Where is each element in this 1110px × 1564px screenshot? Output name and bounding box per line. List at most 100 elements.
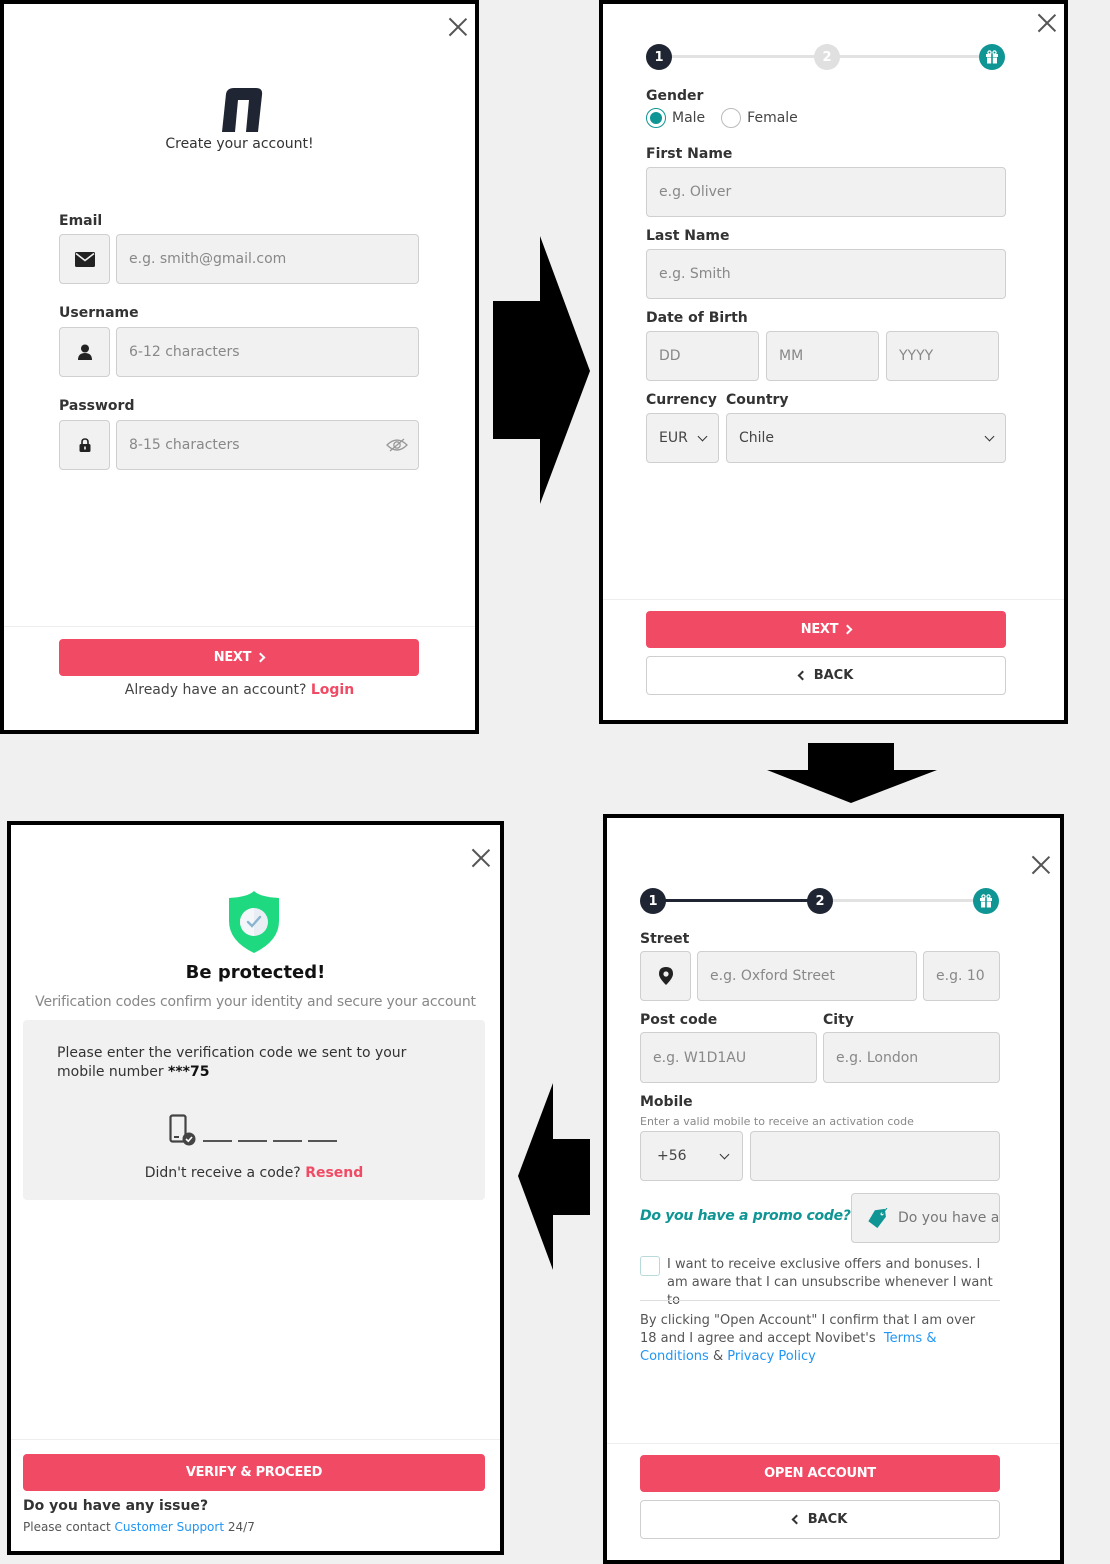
country-value: Chile: [739, 430, 775, 446]
support-text: Please contact Customer Support 24/7: [23, 1520, 255, 1534]
close-icon[interactable]: [448, 17, 468, 37]
footer-divider: [4, 626, 475, 627]
map-pin-icon: [658, 967, 673, 985]
last-name-label: Last Name: [646, 228, 730, 244]
resend-prompt-text: Didn't receive a code?: [144, 1165, 301, 1181]
issue-title: Do you have any issue?: [23, 1498, 209, 1514]
password-input[interactable]: 8-15 characters: [116, 420, 419, 470]
dob-year-input[interactable]: YYYY: [886, 331, 999, 381]
lock-icon: [79, 438, 90, 452]
chevron-down-icon: [984, 431, 995, 441]
signup-step2-panel: 1 2 Gender Male Female First Name e.g. O…: [599, 0, 1068, 724]
offers-checkbox-label: I want to receive exclusive offers and b…: [667, 1257, 993, 1308]
envelope-icon: [74, 251, 95, 267]
verification-instruction: Please enter the verification code we se…: [57, 1044, 457, 1082]
city-label: City: [823, 1012, 854, 1028]
first-name-input[interactable]: e.g. Oliver: [646, 167, 1006, 217]
mobile-prefix-value: +56: [657, 1148, 687, 1164]
verification-instruction-text: Please enter the verification code we se…: [57, 1045, 407, 1080]
novibet-logo: [222, 88, 263, 132]
promo-code-label[interactable]: Do you have a promo code?: [640, 1208, 851, 1224]
mobile-label: Mobile: [640, 1094, 693, 1110]
create-account-subtitle: Create your account!: [165, 136, 314, 152]
city-input[interactable]: e.g. London: [823, 1032, 1000, 1083]
resend-prompt: Didn't receive a code? Resend: [23, 1165, 485, 1181]
gift-step-indicator: [973, 888, 999, 914]
progress-stepper: 1 2: [640, 888, 1003, 914]
open-account-button[interactable]: OPEN ACCOUNT: [640, 1455, 1000, 1492]
terms-text: By clicking "Open Account" I confirm tha…: [640, 1312, 990, 1366]
post-code-label: Post code: [640, 1012, 718, 1028]
gift-icon: [986, 50, 998, 64]
terms-divider: [640, 1300, 1000, 1301]
step-1-indicator: 1: [646, 44, 672, 70]
login-link[interactable]: Login: [311, 682, 354, 698]
next-button-label: NEXT: [213, 650, 252, 665]
verification-panel: Be protected! Verification codes confirm…: [7, 821, 504, 1555]
back-button[interactable]: BACK: [646, 656, 1006, 695]
close-icon[interactable]: [471, 848, 491, 868]
login-prompt: Already have an account? Login: [4, 682, 475, 698]
mobile-prefix-select[interactable]: +56: [640, 1131, 743, 1181]
promo-code-input[interactable]: Do you have a promo code?: [851, 1193, 1000, 1243]
shield-check-icon: [229, 891, 279, 953]
arrow-down-icon: [767, 743, 937, 803]
chevron-right-icon: [842, 624, 853, 635]
female-radio[interactable]: [721, 108, 742, 128]
gender-label: Gender: [646, 88, 704, 104]
dob-label: Date of Birth: [646, 310, 748, 326]
street-icon-box: [640, 951, 691, 1001]
street-input[interactable]: e.g. Oxford Street: [697, 951, 917, 1001]
code-input-group: [203, 1140, 337, 1142]
email-input[interactable]: e.g. smith@gmail.com: [116, 234, 419, 284]
mobile-hint: Enter a valid mobile to receive an activ…: [640, 1115, 914, 1128]
verify-proceed-button[interactable]: VERIFY & PROCEED: [23, 1454, 485, 1491]
code-digit-3-input[interactable]: [273, 1140, 302, 1142]
back-button[interactable]: BACK: [640, 1500, 1000, 1539]
username-icon-box: [59, 327, 110, 377]
close-icon[interactable]: [1031, 855, 1051, 875]
stepper-track-complete: [660, 899, 830, 902]
stepper-track: [830, 899, 990, 902]
customer-support-link[interactable]: Customer Support: [115, 1520, 225, 1534]
chevron-down-icon: [719, 1149, 730, 1159]
next-button[interactable]: NEXT: [646, 611, 1006, 648]
gender-radio-group: Male Female: [646, 108, 798, 128]
male-radio[interactable]: [646, 108, 666, 128]
step-2-indicator: 2: [807, 888, 833, 914]
step-1-indicator: 1: [640, 888, 666, 914]
username-label: Username: [59, 305, 139, 321]
mobile-input[interactable]: [750, 1131, 1000, 1181]
chevron-down-icon: [697, 431, 708, 441]
footer-divider: [603, 599, 1064, 600]
step-2-indicator: 2: [814, 44, 840, 70]
next-button-label: NEXT: [800, 622, 839, 637]
dob-month-input[interactable]: MM: [766, 331, 879, 381]
street-number-input[interactable]: e.g. 10: [923, 951, 1000, 1001]
password-label: Password: [59, 398, 135, 414]
street-label: Street: [640, 931, 690, 947]
country-label: Country: [726, 392, 789, 408]
currency-label: Currency: [646, 392, 717, 408]
footer-divider: [11, 1439, 500, 1440]
signup-step3-panel: 1 2 Street e.g. Oxford Street e.g. 10 Po…: [603, 814, 1064, 1564]
support-suffix: 24/7: [227, 1520, 255, 1534]
eye-slash-icon[interactable]: [386, 438, 408, 452]
code-digit-1-input[interactable]: [203, 1140, 232, 1142]
next-button[interactable]: NEXT: [59, 639, 419, 676]
offers-checkbox[interactable]: [640, 1256, 660, 1276]
close-icon[interactable]: [1037, 13, 1057, 33]
dob-day-input[interactable]: DD: [646, 331, 759, 381]
signup-step1-panel: Create your account! Email e.g. smith@gm…: [0, 0, 479, 734]
resend-link[interactable]: Resend: [305, 1165, 363, 1181]
last-name-input[interactable]: e.g. Smith: [646, 249, 1006, 299]
code-digit-4-input[interactable]: [308, 1140, 337, 1142]
privacy-policy-link[interactable]: Privacy Policy: [727, 1349, 816, 1364]
post-code-input[interactable]: e.g. W1D1AU: [640, 1032, 817, 1083]
username-input[interactable]: 6-12 characters: [116, 327, 419, 377]
currency-select[interactable]: EUR: [646, 413, 719, 463]
arrow-left-icon: [518, 1083, 590, 1270]
stepper-track: [836, 55, 996, 58]
country-select[interactable]: Chile: [726, 413, 1006, 463]
code-digit-2-input[interactable]: [238, 1140, 267, 1142]
